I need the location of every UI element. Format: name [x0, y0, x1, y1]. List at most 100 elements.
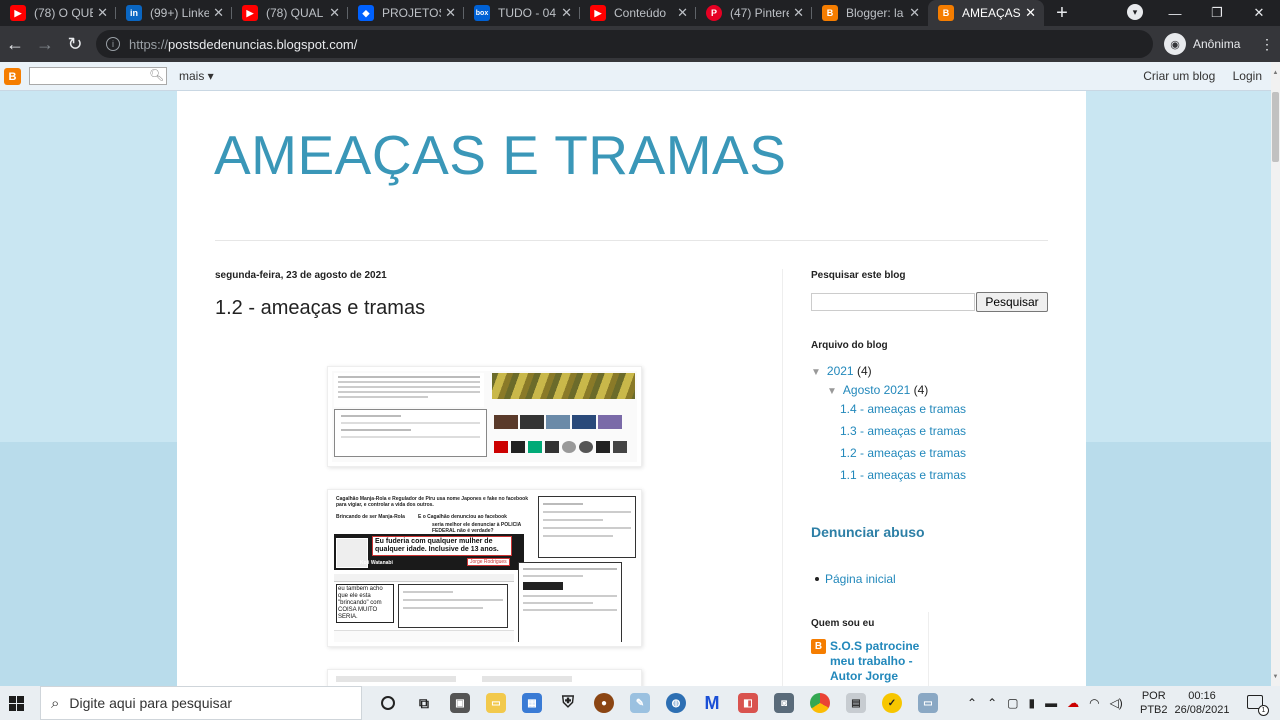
archive-month[interactable]: ▼ Agosto 2021 (4) — [827, 383, 928, 397]
blog-title[interactable]: AMEAÇAS E TRAMAS — [214, 123, 786, 187]
forward-arrow-icon[interactable]: → — [30, 29, 60, 59]
archive-post-link[interactable]: 1.3 - ameaças e tramas — [840, 424, 966, 438]
new-tab-button[interactable]: + — [1044, 0, 1080, 26]
close-icon[interactable]: ✕ — [445, 5, 456, 21]
blogger-icon[interactable]: B — [4, 68, 21, 85]
globe-icon[interactable]: ◍ — [658, 686, 694, 720]
profile-name-link[interactable]: S.O.S patrocine meu trabalho - Autor Jor… — [830, 639, 930, 684]
image-caption-4: seria melhor ele denunciar à POLICIA FED… — [432, 522, 522, 534]
app-icon-red[interactable]: ◧ — [730, 686, 766, 720]
cortana-icon[interactable] — [370, 686, 406, 720]
battery-icon[interactable]: ▬ — [1045, 696, 1057, 710]
close-icon[interactable]: ✕ — [213, 5, 224, 21]
more-menu[interactable]: mais ▾ — [179, 69, 214, 83]
site-info-icon[interactable]: i — [106, 37, 120, 51]
close-icon[interactable]: ✕ — [561, 5, 572, 21]
close-icon[interactable]: ✕ — [793, 5, 804, 21]
system-tray: ⌃ ⌃ ▢ ▮ ▬ ☁ ◠ ◁) — [962, 686, 1128, 720]
post-title[interactable]: 1.2 - ameaças e tramas — [215, 297, 425, 320]
home-link[interactable]: Página inicial — [825, 572, 896, 586]
navbar-search-input[interactable] — [29, 67, 167, 85]
tray-show-hidden-icon[interactable]: ⌃ — [987, 696, 997, 710]
blogger-profile-icon: B — [811, 639, 826, 654]
address-bar[interactable]: i https://postsdedenuncias.blogspot.com/ — [96, 30, 1153, 58]
search-icon: ⌕ — [51, 694, 60, 712]
restore-icon[interactable]: ❐ — [1196, 5, 1238, 21]
tab-7[interactable]: B Blogger: la ✕ — [812, 0, 928, 26]
scrollbar-thumb[interactable] — [1272, 92, 1279, 162]
login-link[interactable]: Login — [1233, 69, 1262, 83]
incognito-indicator[interactable]: ◉ Anônima — [1164, 33, 1240, 55]
search-icon[interactable]: 🔍︎ — [149, 68, 164, 82]
tab-6[interactable]: P(47) Pinterest✕ — [696, 0, 812, 26]
collapse-triangle-icon[interactable]: ▼ — [811, 367, 821, 378]
collapse-triangle-icon[interactable]: ▼ — [827, 386, 837, 397]
navbar-right: Criar um blog Login — [1129, 69, 1262, 83]
archive-year[interactable]: ▼ 2021 (4) — [811, 364, 872, 378]
tab-3[interactable]: ◆ PROJETOS ✕ — [348, 0, 464, 26]
file-explorer-icon[interactable]: ▭ — [478, 686, 514, 720]
tab-2[interactable]: ▶ (78) QUAL ✕ — [232, 0, 348, 26]
minimize-icon[interactable]: — — [1154, 6, 1196, 21]
archive-post-link[interactable]: 1.2 - ameaças e tramas — [840, 446, 966, 460]
window-app-icon[interactable]: ▭ — [910, 686, 946, 720]
chrome-icon[interactable] — [802, 686, 838, 720]
tray-app-icon[interactable]: ▢ — [1007, 696, 1018, 710]
taskbar-clock[interactable]: 00:16 26/08/2021 — [1172, 689, 1232, 717]
tab-1[interactable]: in(99+) LinkedIn✕ — [116, 0, 232, 26]
volume-icon[interactable]: ◁) — [1110, 696, 1123, 710]
security-icon[interactable]: ⛨ — [550, 686, 586, 720]
image-profile-name: Koji Watanabi — [360, 560, 393, 566]
app-icon-gray[interactable]: ▤ — [838, 686, 874, 720]
back-arrow-icon[interactable]: ← — [0, 29, 30, 59]
task-view-icon[interactable]: ⧉ — [406, 686, 442, 720]
tab-search-icon[interactable]: ▾ — [1127, 4, 1143, 20]
taskbar-search[interactable]: ⌕ Digite aqui para pesquisar — [40, 686, 362, 720]
close-icon[interactable]: ✕ — [677, 5, 688, 21]
start-button[interactable] — [0, 686, 32, 720]
pinterest-icon: P — [706, 5, 722, 21]
search-button[interactable]: Pesquisar — [976, 292, 1048, 312]
microphone-icon[interactable]: ▮ — [1028, 696, 1035, 710]
calculator-icon[interactable]: ▦ — [514, 686, 550, 720]
tab-4[interactable]: box TUDO - 04 ✕ — [464, 0, 580, 26]
blog-search-input[interactable] — [811, 293, 975, 311]
archive-post-link[interactable]: 1.4 - ameaças e tramas — [840, 402, 966, 416]
close-icon[interactable]: ✕ — [1025, 5, 1036, 21]
image-caption-2: Brincando de ser Manja-Rola — [336, 514, 405, 520]
header-divider — [215, 240, 1048, 241]
tab-8-active[interactable]: B AMEAÇAS ✕ — [928, 0, 1044, 26]
menu-kebab-icon[interactable]: ⋮ — [1260, 35, 1274, 53]
bullet-icon — [815, 577, 819, 581]
onedrive-icon[interactable]: ☁ — [1067, 696, 1079, 710]
youtube-icon: ▶ — [10, 5, 26, 21]
close-icon[interactable]: ✕ — [329, 5, 340, 21]
dropbox-icon: ◆ — [358, 5, 374, 21]
close-icon[interactable]: ✕ — [909, 5, 920, 21]
app-icon-brown[interactable]: ● — [586, 686, 622, 720]
tray-expand-icon[interactable]: ⌃ — [967, 696, 977, 710]
close-window-icon[interactable]: ✕ — [1238, 5, 1280, 21]
post-image-1[interactable] — [327, 366, 642, 467]
column-divider — [782, 269, 783, 686]
network-icon[interactable]: ◠ — [1089, 696, 1099, 710]
post-image-3[interactable] — [327, 669, 642, 686]
archive-post-link[interactable]: 1.1 - ameaças e tramas — [840, 468, 966, 482]
blogger-navbar: B 🔍︎ mais ▾ Criar um blog Login — [0, 62, 1271, 91]
create-blog-link[interactable]: Criar um blog — [1143, 69, 1215, 83]
norton-icon[interactable]: ✓ — [874, 686, 910, 720]
tab-5[interactable]: ▶ Conteúdo ✕ — [580, 0, 696, 26]
tab-0[interactable]: ▶ (78) O QUE ✕ — [0, 0, 116, 26]
camera-icon[interactable]: ◙ — [766, 686, 802, 720]
reload-icon[interactable]: ↻ — [60, 29, 90, 59]
archive-heading: Arquivo do blog — [811, 340, 888, 351]
input-language[interactable]: POR PTB2 — [1140, 689, 1168, 717]
close-icon[interactable]: ✕ — [97, 5, 108, 21]
store-icon[interactable]: ▣ — [442, 686, 478, 720]
post-image-2[interactable]: Cagalhão Manja-Rola e Regulador de Piru … — [327, 489, 642, 647]
page-scrollbar[interactable]: ▲ ▼ — [1271, 62, 1280, 686]
mail-m-icon[interactable]: M — [694, 686, 730, 720]
paint-icon[interactable]: ✎ — [622, 686, 658, 720]
notification-count-badge: 1 — [1258, 705, 1269, 716]
report-abuse-link[interactable]: Denunciar abuso — [811, 524, 925, 540]
